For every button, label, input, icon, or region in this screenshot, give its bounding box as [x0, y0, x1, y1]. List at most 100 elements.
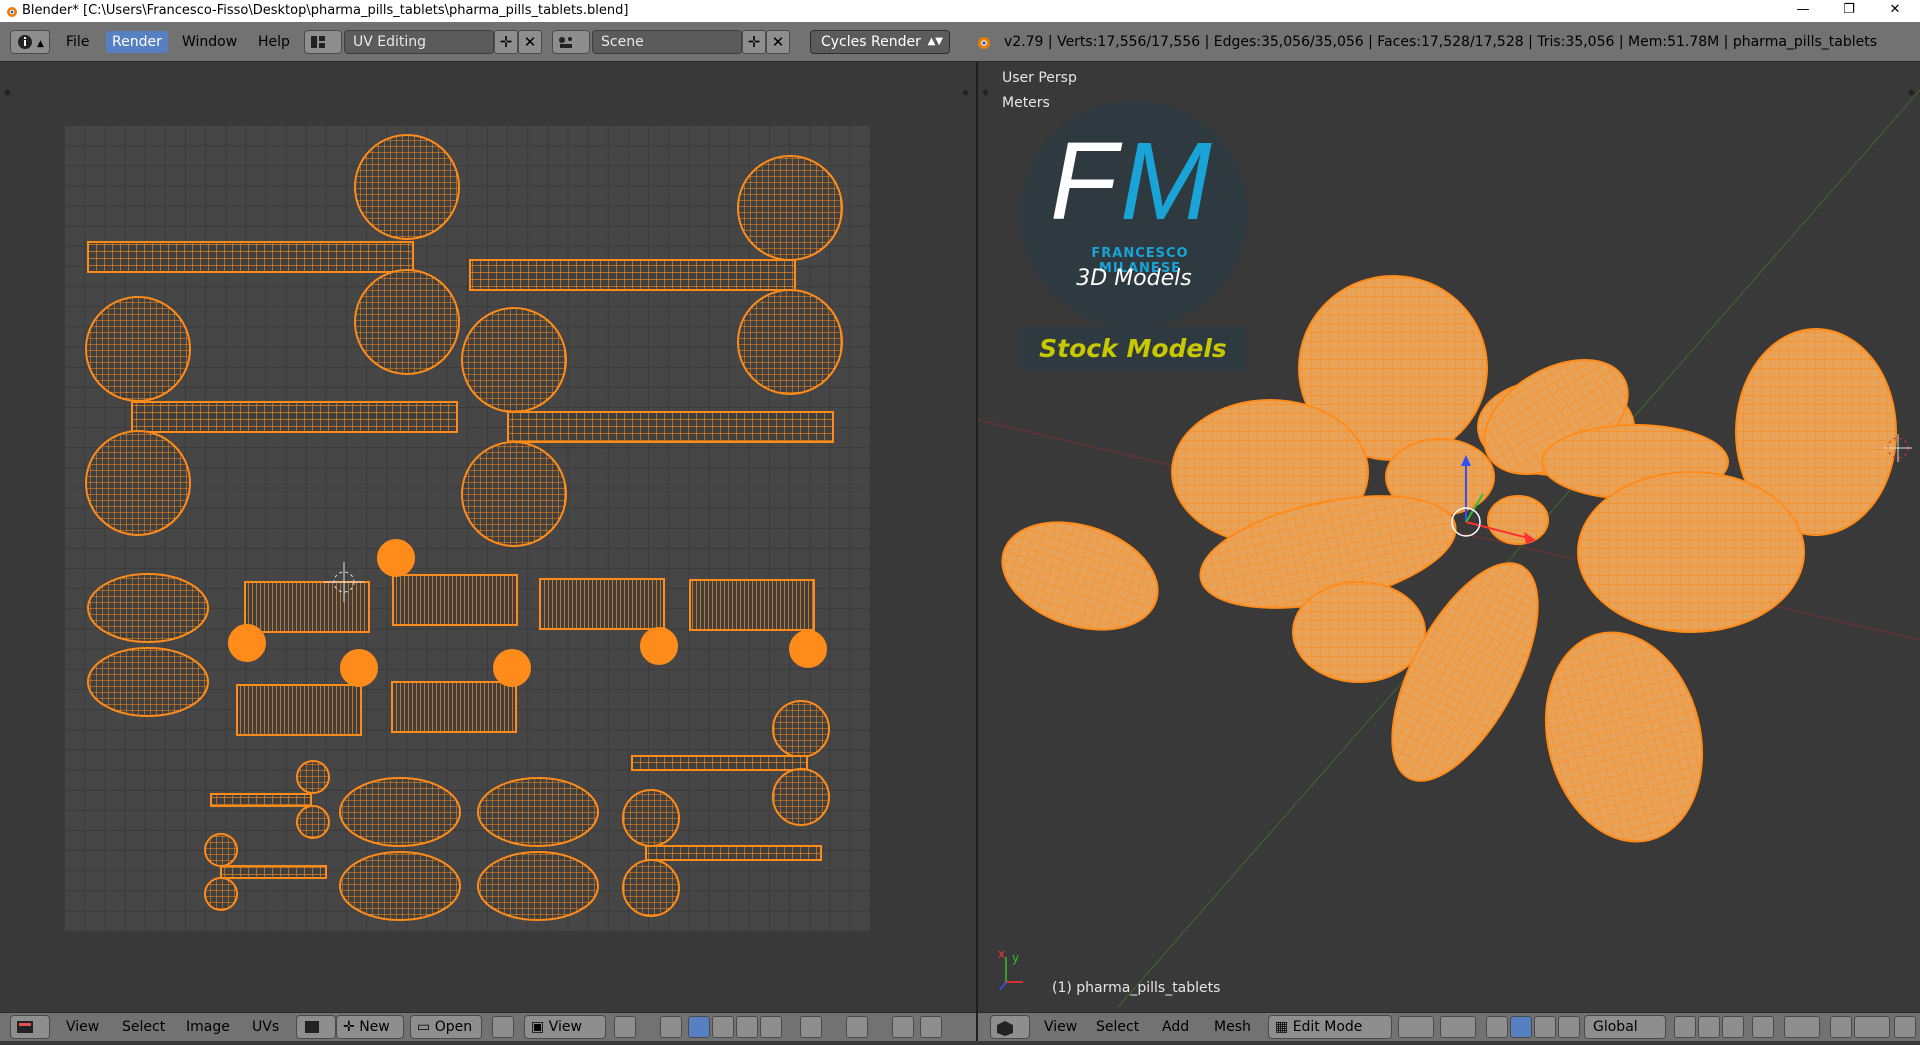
3d-viewport[interactable]: ◆ ◆ User Persp Meters y x (1) pharma_pil… — [978, 62, 1920, 1012]
axis-widget-icon: y x — [998, 947, 1023, 991]
uv-editor-type-button[interactable] — [10, 1015, 50, 1039]
proportional-edit-icon[interactable] — [846, 1016, 868, 1038]
pivot-icon[interactable] — [614, 1016, 636, 1038]
folder-icon: ▭ — [417, 1019, 435, 1035]
mode-dropdown[interactable]: ▦ Edit Mode — [1268, 1015, 1392, 1039]
layer-2-icon[interactable] — [1698, 1016, 1720, 1038]
blender-logo-icon — [7, 7, 17, 17]
updown-arrows-icon: ▲▼ — [927, 36, 943, 47]
snap-toggle-icon[interactable] — [1830, 1016, 1852, 1038]
pin-icon[interactable] — [492, 1016, 514, 1038]
scene-statistics: v2.79 | Verts:17,556/17,556 | Edges:35,0… — [1004, 34, 1877, 50]
snap-element-icon[interactable] — [1854, 1016, 1890, 1038]
mode-label: Edit Mode — [1292, 1019, 1363, 1035]
snap-icon[interactable] — [800, 1016, 822, 1038]
view3d-menu-add[interactable]: Add — [1158, 1016, 1193, 1038]
image-browse-button[interactable] — [296, 1015, 336, 1039]
add-layout-button[interactable]: ✛ — [494, 30, 518, 54]
plus-icon: ✛ — [343, 1019, 360, 1035]
uv-editor[interactable]: ◆ ◆ — [0, 62, 976, 1012]
open-label: Open — [434, 1019, 473, 1035]
layer-3-icon[interactable] — [1722, 1016, 1744, 1038]
limit-selection-icon[interactable] — [1752, 1016, 1774, 1038]
layer-1-icon[interactable] — [1674, 1016, 1696, 1038]
face-select-icon[interactable] — [736, 1016, 758, 1038]
window-title: Blender* [C:\Users\Francesco-Fisso\Deskt… — [22, 3, 629, 18]
sync-select-icon[interactable] — [892, 1016, 914, 1038]
menu-file[interactable]: File — [60, 31, 95, 53]
island-select-icon[interactable] — [760, 1016, 782, 1038]
window-titlebar: Blender* [C:\Users\Francesco-Fisso\Deskt… — [0, 0, 1920, 22]
plus-icon: ✛ — [747, 33, 761, 51]
pivot-point-icon[interactable] — [1440, 1016, 1476, 1038]
menu-help[interactable]: Help — [252, 31, 296, 53]
sticky-select-icon[interactable] — [660, 1016, 682, 1038]
open-image-button[interactable]: ▭ Open — [410, 1015, 482, 1039]
view-label: View — [548, 1019, 582, 1035]
uv-view-dropdown[interactable]: ▣ View — [524, 1015, 606, 1039]
render-preview-icon[interactable] — [1894, 1016, 1916, 1038]
axis-x-label: x — [998, 947, 1005, 961]
screen-layout-selector[interactable] — [304, 30, 342, 54]
menu-window[interactable]: Window — [176, 31, 243, 53]
object-label: (1) pharma_pills_tablets — [1052, 980, 1221, 996]
uv-menu-image[interactable]: Image — [182, 1016, 234, 1038]
close-button[interactable]: ✕ — [1872, 0, 1918, 22]
translate-icon[interactable] — [1510, 1016, 1532, 1038]
edge-select-icon[interactable] — [712, 1016, 734, 1038]
delete-layout-button[interactable]: ✕ — [518, 30, 542, 54]
uv-menu-view[interactable]: View — [62, 1016, 103, 1038]
render-engine-label: Cycles Render — [821, 34, 921, 50]
fm-logo: F M FRANCESCO MILANESE 3D Models — [1020, 100, 1248, 328]
logo-letter-f: F — [1050, 120, 1118, 243]
orientation-label: Global — [1593, 1019, 1638, 1035]
proportional-edit-icon[interactable] — [1784, 1016, 1820, 1038]
menu-render[interactable]: Render — [106, 31, 168, 53]
stock-models-banner: Stock Models — [1020, 327, 1246, 371]
editor-type-selector[interactable]: ▲ — [10, 30, 50, 54]
uv-editor-footer: View Select Image UVs ✛ New ▭ Open ▣ Vie… — [0, 1012, 976, 1041]
delete-scene-button[interactable]: ✕ — [766, 30, 790, 54]
new-label: New — [359, 1019, 390, 1035]
uv-islands[interactable] — [0, 62, 976, 1012]
scene-selector[interactable] — [552, 30, 590, 54]
render-engine-dropdown[interactable]: Cycles Render ▲▼ — [810, 30, 950, 54]
new-image-button[interactable]: ✛ New — [336, 1015, 404, 1039]
add-scene-button[interactable]: ✛ — [742, 30, 766, 54]
x-icon: ✕ — [771, 33, 785, 51]
plus-icon: ✛ — [499, 33, 513, 51]
info-icon: ▲ — [18, 35, 44, 49]
viewport-editor-type-button[interactable] — [990, 1015, 1030, 1039]
shading-icon[interactable] — [1398, 1016, 1434, 1038]
view3d-menu-select[interactable]: Select — [1092, 1016, 1143, 1038]
view-icon: ▣ — [531, 1019, 549, 1035]
uv-menu-uvs[interactable]: UVs — [248, 1016, 283, 1038]
rotate-icon[interactable] — [1534, 1016, 1556, 1038]
axis-y-label: y — [1012, 951, 1019, 965]
orientation-dropdown[interactable]: Global — [1584, 1015, 1666, 1039]
x-icon: ✕ — [523, 33, 537, 51]
layout-grid-icon — [311, 36, 325, 48]
uv-snap-icon[interactable] — [920, 1016, 942, 1038]
image-editor-icon — [17, 1021, 33, 1033]
screen-layout-field[interactable]: UV Editing — [344, 30, 494, 54]
view3d-menu-mesh[interactable]: Mesh — [1210, 1016, 1255, 1038]
info-header: ▲ File Render Window Help UV Editing ✛ ✕… — [0, 22, 1920, 62]
scene-field[interactable]: Scene — [592, 30, 742, 54]
edit-mode-icon: ▦ — [1275, 1019, 1293, 1035]
scale-icon[interactable] — [1558, 1016, 1580, 1038]
view3d-menu-view[interactable]: View — [1040, 1016, 1081, 1038]
logo-letter-m: M — [1120, 120, 1212, 243]
logo-tagline: 3D Models — [1076, 266, 1192, 291]
maximize-button[interactable]: ❐ — [1826, 0, 1872, 22]
uv-menu-select[interactable]: Select — [118, 1016, 169, 1038]
image-browse-icon — [305, 1021, 319, 1033]
blender-logo-icon — [978, 37, 990, 49]
3d-view-icon — [997, 1021, 1013, 1036]
manipulator-icon[interactable] — [1486, 1016, 1508, 1038]
viewport-footer: View Select Add Mesh ▦ Edit Mode Global — [978, 1012, 1920, 1041]
minimize-button[interactable]: — — [1780, 0, 1826, 22]
vertex-select-icon[interactable] — [688, 1016, 710, 1038]
scene-icon — [559, 37, 572, 48]
svg-text:▲: ▲ — [37, 39, 44, 49]
